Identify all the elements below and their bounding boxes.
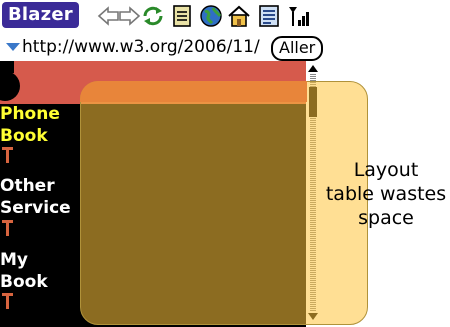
forward-icon[interactable] <box>117 4 141 28</box>
nav-label-line1: Other <box>0 176 55 196</box>
nav-link-my-book[interactable]: My Book <box>0 249 80 293</box>
nav-label-line2: Book <box>0 272 48 292</box>
annotation-line: table wastes <box>325 183 447 205</box>
nav-link-other-service[interactable]: Other Service <box>0 175 80 219</box>
scroll-up-icon[interactable] <box>308 65 318 72</box>
annotation-line: space <box>358 207 414 229</box>
nav-label-line1: Phone <box>0 104 60 124</box>
nav-label-line1: My <box>0 250 28 270</box>
highlight-header-band <box>80 81 307 102</box>
nav-label-line2: Service <box>0 198 71 218</box>
address-bar[interactable]: http://www.w3.org/2006/11/ <box>0 33 450 60</box>
browser-toolbar: Blazer <box>0 0 450 32</box>
browser-brand[interactable]: Blazer <box>2 2 79 28</box>
go-button[interactable]: Aller <box>271 36 324 61</box>
globe-icon[interactable] <box>199 4 223 28</box>
nav-marker-icon <box>2 147 13 163</box>
nav-label-line2: Book <box>0 126 48 146</box>
home-icon[interactable] <box>227 4 251 28</box>
nav-marker-icon <box>2 220 13 236</box>
refresh-icon[interactable] <box>141 4 165 28</box>
url-field[interactable]: http://www.w3.org/2006/11/ <box>22 36 260 58</box>
signal-icon <box>289 7 309 26</box>
chevron-down-icon[interactable] <box>6 43 20 51</box>
nav-marker-icon <box>2 293 13 309</box>
annotation-caption: Layout table wastes space <box>316 158 450 230</box>
bookmarks-icon[interactable] <box>170 4 194 28</box>
nav-link-phone-book[interactable]: Phone Book <box>0 103 80 147</box>
page-info-icon[interactable] <box>257 4 281 28</box>
annotation-line: Layout <box>353 159 419 181</box>
